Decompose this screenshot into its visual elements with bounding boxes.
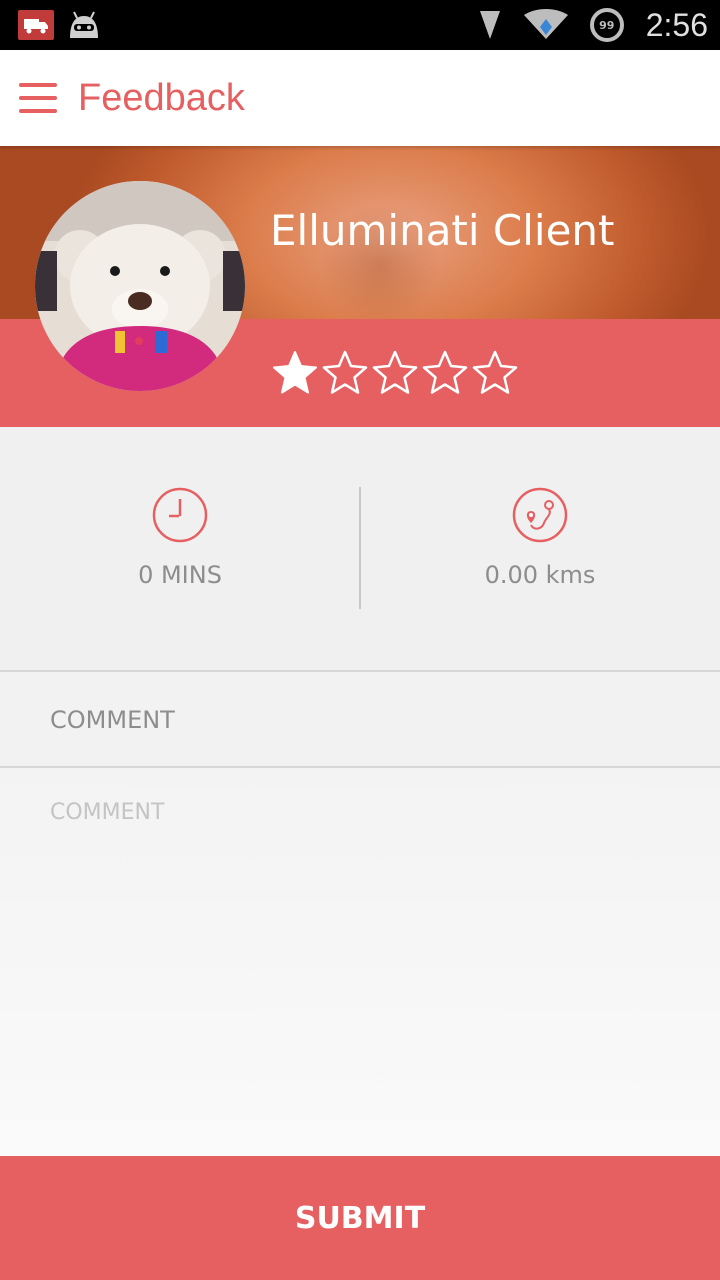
wifi-icon	[523, 9, 568, 39]
truck-notification-icon	[18, 10, 54, 40]
star-empty-icon[interactable]	[470, 348, 520, 398]
status-bar: 99 2:56	[0, 0, 720, 50]
comment-area	[0, 768, 720, 1156]
star-empty-icon[interactable]	[420, 348, 470, 398]
status-bar-time: 2:56	[645, 6, 708, 43]
status-bar-notifications	[18, 0, 102, 50]
signal-icon	[479, 11, 500, 39]
star-filled-icon[interactable]	[270, 348, 320, 398]
android-notification-icon	[66, 10, 102, 40]
clock-icon	[152, 487, 208, 543]
client-avatar	[35, 181, 245, 391]
trip-stats: 0 MINS 0.00 kms	[0, 427, 720, 670]
comment-section-header: COMMENT	[0, 670, 720, 768]
comment-input[interactable]	[50, 800, 670, 1130]
hamburger-menu-icon[interactable]	[16, 76, 60, 120]
route-icon	[512, 487, 568, 543]
star-rating[interactable]	[270, 348, 520, 398]
battery-level: 99	[599, 18, 615, 32]
duration-value: 0 MINS	[138, 561, 222, 589]
app-toolbar: Feedback	[0, 50, 720, 146]
duration-stat: 0 MINS	[0, 487, 360, 589]
battery-icon: 99	[589, 8, 624, 42]
star-empty-icon[interactable]	[320, 348, 370, 398]
client-name: Elluminati Client	[270, 206, 615, 255]
distance-value: 0.00 kms	[484, 561, 596, 589]
distance-stat: 0.00 kms	[360, 487, 720, 589]
page-title: Feedback	[78, 77, 245, 119]
status-bar-system: 99 2:56	[478, 0, 708, 50]
star-empty-icon[interactable]	[370, 348, 420, 398]
comment-label: COMMENT	[50, 706, 175, 734]
submit-button[interactable]: SUBMIT	[0, 1156, 720, 1280]
